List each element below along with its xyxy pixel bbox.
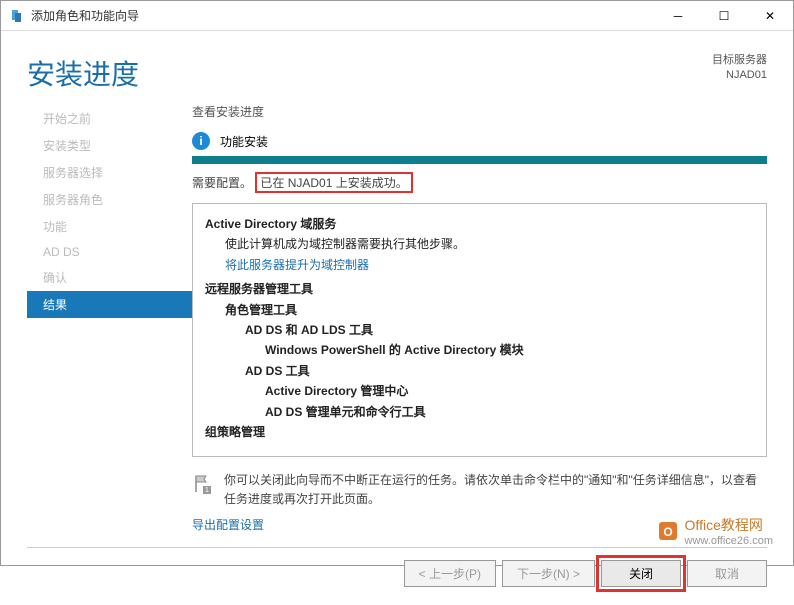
prev-button: < 上一步(P) (404, 560, 496, 587)
section-heading: 查看安装进度 (192, 103, 767, 120)
sidebar-item-server-roles: 服务器角色 (27, 186, 192, 213)
sidebar-item-server-select: 服务器选择 (27, 159, 192, 186)
close-wizard-button[interactable]: 关闭 (601, 560, 681, 587)
close-button[interactable]: ✕ (747, 1, 793, 31)
maximize-button[interactable]: ☐ (701, 1, 747, 31)
ad-ds-desc: 使此计算机成为域控制器需要执行其他步骤。 (205, 234, 754, 254)
sidebar-item-adds: AD DS (27, 240, 192, 264)
wizard-footer: < 上一步(P) 下一步(N) > 关闭 取消 (1, 548, 793, 605)
wizard-main: 查看安装进度 i 功能安装 需要配置。 已在 NJAD01 上安装成功。 Act… (192, 103, 793, 533)
rsat-title: 远程服务器管理工具 (205, 279, 754, 299)
wizard-header: 安装进度 目标服务器 NJAD01 (1, 31, 793, 103)
role-tools: 角色管理工具 (205, 300, 754, 320)
cancel-button: 取消 (687, 560, 767, 587)
ps-ad-module: Windows PowerShell 的 Active Directory 模块 (205, 340, 754, 360)
progress-bar (192, 156, 767, 164)
info-icon: i (192, 132, 210, 150)
status-prefix: 需要配置。 (192, 176, 252, 190)
window-controls: ─ ☐ ✕ (655, 1, 793, 31)
ad-admin-center: Active Directory 管理中心 (205, 381, 754, 401)
status-line: 需要配置。 已在 NJAD01 上安装成功。 (192, 172, 767, 193)
next-button: 下一步(N) > (502, 560, 595, 587)
export-config-link[interactable]: 导出配置设置 (192, 516, 767, 533)
flag-icon: 1 (192, 473, 212, 495)
gpm: 组策略管理 (205, 422, 754, 442)
app-icon (9, 8, 25, 24)
target-server-label: 目标服务器 (712, 53, 767, 68)
hint-row: 1 你可以关闭此向导而不中断正在运行的任务。请依次单击命令栏中的"通知"和"任务… (192, 471, 767, 509)
sidebar-item-results: 结果 (27, 291, 192, 318)
minimize-button[interactable]: ─ (655, 1, 701, 31)
promote-dc-link[interactable]: 将此服务器提升为域控制器 (205, 255, 754, 275)
info-row: i 功能安装 (192, 132, 767, 150)
status-highlight: 已在 NJAD01 上安装成功。 (255, 172, 412, 193)
sidebar-item-before: 开始之前 (27, 105, 192, 132)
svg-text:1: 1 (205, 487, 209, 494)
ad-ds-title: Active Directory 域服务 (205, 214, 754, 234)
target-server-value: NJAD01 (712, 68, 767, 83)
hint-text: 你可以关闭此向导而不中断正在运行的任务。请依次单击命令栏中的"通知"和"任务详细… (224, 471, 767, 509)
info-label: 功能安装 (220, 133, 268, 150)
sidebar-item-features: 功能 (27, 213, 192, 240)
ad-snapins: AD DS 管理单元和命令行工具 (205, 402, 754, 422)
wizard-sidebar: 开始之前 安装类型 服务器选择 服务器角色 功能 AD DS 确认 结果 (27, 103, 192, 533)
watermark-url: www.office26.com (685, 535, 773, 547)
page-title: 安装进度 (27, 53, 712, 93)
results-panel: Active Directory 域服务 使此计算机成为域控制器需要执行其他步骤… (192, 203, 767, 457)
target-server-block: 目标服务器 NJAD01 (712, 53, 767, 84)
sidebar-item-install-type: 安装类型 (27, 132, 192, 159)
window-title: 添加角色和功能向导 (31, 7, 655, 24)
adds-lds-tools: AD DS 和 AD LDS 工具 (205, 320, 754, 340)
sidebar-item-confirm: 确认 (27, 264, 192, 291)
titlebar: 添加角色和功能向导 ─ ☐ ✕ (1, 1, 793, 31)
adds-tools: AD DS 工具 (205, 361, 754, 381)
